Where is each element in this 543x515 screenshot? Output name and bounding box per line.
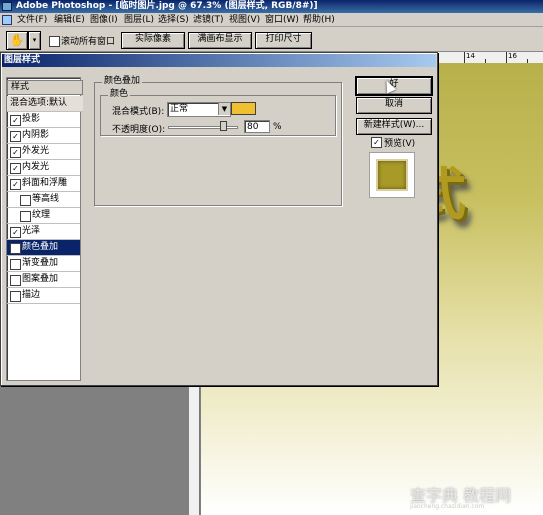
app-title-text: Adobe Photoshop - [临时图片.jpg @ 67.3% (图层样…: [16, 1, 318, 11]
style-item-inner-glow[interactable]: ✓ 内发光: [7, 160, 80, 176]
opacity-unit: %: [273, 122, 282, 132]
left-ruler[interactable]: [189, 385, 200, 515]
style-item-label: 外发光: [22, 146, 50, 156]
dialog-title-bar[interactable]: 图层样式: [2, 54, 436, 67]
tool-preset-chevron-icon[interactable]: ▾: [28, 31, 41, 50]
scroll-all-windows-label: 滚动所有窗口: [61, 37, 116, 47]
blend-mode-label: 混合模式(B):: [112, 107, 165, 117]
style-item-gradient-overlay[interactable]: 渐变叠加: [7, 256, 80, 272]
style-item-label: 图案叠加: [22, 274, 59, 284]
style-item-satin[interactable]: ✓ 光泽: [7, 224, 80, 240]
style-item-label: 纹理: [32, 210, 51, 220]
layer-style-dialog: 图层样式 样式 混合选项:默认 ✓ 投影 ✓ 内阴影 ✓ 外发光 ✓ 内发光 ✓…: [0, 52, 438, 386]
actual-pixels-button[interactable]: 实际像素: [121, 32, 185, 49]
styles-header[interactable]: 样式: [7, 80, 83, 95]
style-item-pattern-overlay[interactable]: 图案叠加: [7, 272, 80, 288]
outer-glow-checkbox[interactable]: ✓: [10, 147, 21, 158]
bevel-emboss-checkbox[interactable]: ✓: [10, 179, 21, 190]
menu-view[interactable]: 视图(V): [229, 14, 260, 26]
satin-checkbox[interactable]: ✓: [10, 227, 21, 238]
styles-list: 样式 混合选项:默认 ✓ 投影 ✓ 内阴影 ✓ 外发光 ✓ 内发光 ✓ 斜面和浮…: [6, 77, 83, 381]
style-item-label: 渐变叠加: [22, 258, 59, 268]
fit-screen-button[interactable]: 满画布显示: [188, 32, 252, 49]
style-item-label: 内阴影: [22, 130, 50, 140]
opacity-input[interactable]: 80: [244, 120, 270, 133]
style-item-label: 等高线: [32, 194, 60, 204]
style-item-stroke[interactable]: 描边: [7, 288, 80, 304]
hand-tool-icon[interactable]: ✋: [6, 31, 28, 50]
style-item-label: 投影: [22, 114, 41, 124]
ruler-label-14: 14: [466, 52, 475, 60]
menu-file[interactable]: 文件(F): [17, 14, 47, 26]
menu-select[interactable]: 选择(S): [158, 14, 189, 26]
menubar: 文件(F) 编辑(E) 图像(I) 图层(L) 选择(S) 滤镜(T) 视图(V…: [0, 13, 543, 27]
dialog-title: 图层样式: [4, 55, 41, 65]
blend-mode-select[interactable]: 正常 ▼: [167, 102, 231, 117]
style-item-bevel-emboss[interactable]: ✓ 斜面和浮雕: [7, 176, 80, 192]
opacity-label: 不透明度(O):: [112, 125, 166, 135]
style-item-texture[interactable]: 纹理: [7, 208, 80, 224]
style-item-label: 描边: [22, 290, 41, 300]
style-item-outer-glow[interactable]: ✓ 外发光: [7, 144, 80, 160]
menu-window[interactable]: 窗口(W): [265, 14, 299, 26]
scroll-all-windows-checkbox[interactable]: [49, 36, 60, 47]
style-item-color-overlay[interactable]: ✓ 颜色叠加: [7, 240, 80, 256]
preview-checkbox[interactable]: ✓: [371, 137, 382, 148]
drop-shadow-checkbox[interactable]: ✓: [10, 115, 21, 126]
style-item-label: 光泽: [22, 226, 41, 236]
pattern-overlay-checkbox[interactable]: [10, 275, 21, 286]
preview-label: 预览(V): [384, 139, 416, 149]
style-item-label: 内发光: [22, 162, 50, 172]
stroke-checkbox[interactable]: [10, 291, 21, 302]
app-title-bar: Adobe Photoshop - [临时图片.jpg @ 67.3% (图层样…: [0, 0, 543, 13]
style-item-label: 颜色叠加: [22, 242, 59, 252]
menu-help[interactable]: 帮助(H): [303, 14, 335, 26]
texture-checkbox[interactable]: [20, 211, 31, 222]
style-item-label: 斜面和浮雕: [22, 178, 68, 188]
menu-edit[interactable]: 编辑(E): [54, 14, 85, 26]
color-overlay-checkbox[interactable]: ✓: [10, 243, 21, 254]
document-icon[interactable]: [2, 15, 12, 25]
print-size-button[interactable]: 打印尺寸: [255, 32, 312, 49]
inner-shadow-checkbox[interactable]: ✓: [10, 131, 21, 142]
photoshop-icon: [2, 2, 12, 11]
style-item-drop-shadow[interactable]: ✓ 投影: [7, 112, 80, 128]
overlay-color-swatch[interactable]: [231, 102, 256, 115]
color-overlay-group-title: 颜色叠加: [102, 76, 143, 86]
menu-layer[interactable]: 图层(L): [124, 14, 154, 26]
gradient-overlay-checkbox[interactable]: [10, 259, 21, 270]
chevron-down-icon[interactable]: ▼: [218, 103, 230, 115]
style-preview-swatch: [376, 159, 408, 191]
blend-mode-value: 正常: [170, 104, 189, 114]
contour-checkbox[interactable]: [20, 195, 31, 206]
inner-glow-checkbox[interactable]: ✓: [10, 163, 21, 174]
opacity-slider-thumb[interactable]: [220, 121, 227, 131]
menu-filter[interactable]: 滤镜(T): [193, 14, 224, 26]
menu-image[interactable]: 图像(I): [90, 14, 118, 26]
opacity-slider-track[interactable]: [168, 126, 238, 129]
watermark-url: jiaocheng.chazidian.com: [410, 503, 485, 510]
options-bar: ✋ ▾ 滚动所有窗口 实际像素 满画布显示 打印尺寸: [0, 27, 543, 52]
style-item-inner-shadow[interactable]: ✓ 内阴影: [7, 128, 80, 144]
new-style-button[interactable]: 新建样式(W)...: [356, 118, 432, 135]
ruler-label-16: 16: [508, 52, 517, 60]
blend-options-item[interactable]: 混合选项:默认: [7, 96, 83, 112]
cancel-button[interactable]: 取消: [356, 97, 432, 114]
style-item-contour[interactable]: 等高线: [7, 192, 80, 208]
color-subgroup-title: 颜色: [108, 89, 131, 99]
